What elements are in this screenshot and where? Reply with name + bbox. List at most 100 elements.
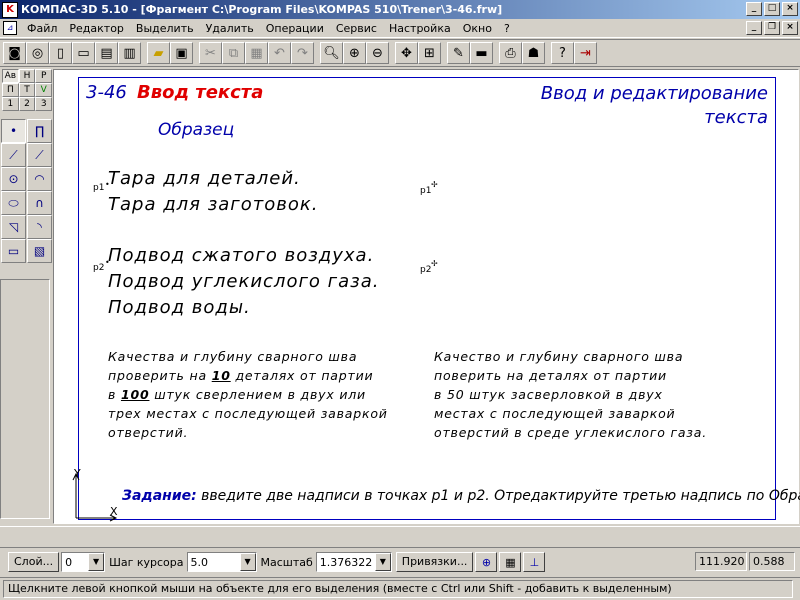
- tab-p[interactable]: Р: [35, 69, 53, 83]
- axis-x-label: X: [110, 505, 118, 518]
- sample-para-line: в 100 штук сверлением в двух или: [108, 385, 388, 404]
- display-icon[interactable]: ▬: [470, 42, 493, 64]
- polyline-icon[interactable]: ⟋: [27, 143, 52, 167]
- target-point-p1-marker[interactable]: ✢: [431, 180, 438, 189]
- tab-1[interactable]: 1: [2, 97, 19, 111]
- topic-line-2: текста: [704, 107, 768, 128]
- pan-icon[interactable]: ✥: [395, 42, 418, 64]
- edit-para-line: поверить на деталях от партии: [434, 368, 667, 383]
- cursor-step-select[interactable]: 5.0 ▼: [186, 552, 257, 572]
- tab-pi[interactable]: П: [2, 83, 19, 97]
- minimize-button[interactable]: _: [746, 2, 762, 16]
- edit-paragraph[interactable]: Качество и глубину сварного шва поверить…: [434, 347, 707, 442]
- menu-file[interactable]: Файл: [21, 22, 63, 35]
- current-state-panel: Слой... 0 ▼ Шаг курсора 5.0 ▼ Масштаб 1.…: [0, 549, 800, 575]
- maximize-button[interactable]: □: [764, 2, 780, 16]
- menu-window[interactable]: Окно: [457, 22, 498, 35]
- properties-icon[interactable]: ✎: [447, 42, 470, 64]
- auxiliary-line-icon[interactable]: ∏: [27, 119, 52, 143]
- new-text-doc-icon[interactable]: ▥: [118, 42, 141, 64]
- menu-select[interactable]: Выделить: [130, 22, 200, 35]
- sample-para-line: отверстий.: [108, 425, 189, 440]
- chamfer-icon[interactable]: ◹: [1, 215, 26, 239]
- menu-operations[interactable]: Операции: [260, 22, 330, 35]
- text-line[interactable]: Тара для деталей.: [108, 168, 301, 189]
- tab-v[interactable]: V: [35, 83, 53, 97]
- layer-button[interactable]: Слой...: [8, 552, 60, 572]
- save-icon[interactable]: ▣: [170, 42, 193, 64]
- rectangle-icon[interactable]: ▭: [1, 239, 26, 263]
- chevron-down-icon[interactable]: ▼: [88, 553, 105, 571]
- fillet-icon[interactable]: ◝: [27, 215, 52, 239]
- text-line[interactable]: Подвод воды.: [108, 297, 251, 318]
- target-point-p2-label: p2: [420, 265, 432, 275]
- target-point-p2-marker[interactable]: ✢: [431, 259, 438, 268]
- lesson-number: 3-46: [86, 82, 127, 103]
- snap-toggle-icon[interactable]: ⊕: [475, 552, 498, 572]
- window-title: КОМПАС-3D 5.10 - [Фрагмент C:\Program Fi…: [21, 3, 503, 16]
- doc-restore-button[interactable]: ❐: [764, 21, 780, 35]
- kompas-app-icon[interactable]: K: [2, 1, 18, 18]
- open-folder-icon[interactable]: ▰: [147, 42, 170, 64]
- chevron-down-icon[interactable]: ▼: [239, 553, 256, 571]
- text-fragment: проверить на: [108, 368, 212, 383]
- grid-icon[interactable]: ▦: [499, 552, 522, 572]
- text-line[interactable]: Тара для заготовок.: [108, 194, 319, 215]
- new-model-icon[interactable]: ◙: [3, 42, 26, 64]
- library-icon[interactable]: ☗: [522, 42, 545, 64]
- layer-select[interactable]: 0 ▼: [61, 552, 106, 572]
- tab-dimensions[interactable]: Н: [18, 69, 36, 83]
- text-number: 10: [211, 368, 231, 383]
- text-line[interactable]: Подвод углекислого газа.: [108, 271, 379, 292]
- new-sheet-icon[interactable]: ▯: [49, 42, 72, 64]
- sample-label: Образец: [158, 120, 235, 140]
- snaps-button[interactable]: Привязки...: [395, 552, 474, 572]
- tab-aa[interactable]: Ав: [2, 69, 19, 83]
- arc-icon[interactable]: ◠: [27, 167, 52, 191]
- lesson-title: Ввод текста: [137, 82, 264, 103]
- point-icon[interactable]: •: [1, 119, 26, 143]
- ellipse-icon[interactable]: ⬭: [1, 191, 26, 215]
- text-line[interactable]: Подвод сжатого воздуха.: [108, 245, 374, 266]
- undo-icon[interactable]: ↶: [268, 42, 291, 64]
- new-assembly-icon[interactable]: ◎: [26, 42, 49, 64]
- chevron-down-icon[interactable]: ▼: [374, 553, 391, 571]
- tab-2[interactable]: 2: [18, 97, 36, 111]
- task-instruction: Задание: введите две надписи в точках p1…: [122, 488, 800, 504]
- close-button[interactable]: ×: [782, 2, 798, 16]
- menu-service[interactable]: Сервис: [330, 22, 383, 35]
- preview-icon[interactable]: ⎙: [499, 42, 522, 64]
- zoom-in-icon[interactable]: ⊕: [343, 42, 366, 64]
- task-text: введите две надписи в точках p1 и p2. От…: [196, 488, 800, 504]
- new-spec-icon[interactable]: ▤: [95, 42, 118, 64]
- new-fragment-icon[interactable]: ▭: [72, 42, 95, 64]
- tab-t[interactable]: Т: [18, 83, 36, 97]
- cut-icon[interactable]: ✂: [199, 42, 222, 64]
- paste-icon[interactable]: ▦: [245, 42, 268, 64]
- scale-select[interactable]: 1.376322 ▼: [315, 552, 392, 572]
- menu-help[interactable]: ?: [498, 22, 516, 35]
- document-icon[interactable]: ⊿: [3, 21, 17, 35]
- menu-editor[interactable]: Редактор: [63, 22, 130, 35]
- copy-icon[interactable]: ⧉: [222, 42, 245, 64]
- circle-icon[interactable]: ⊙: [1, 167, 26, 191]
- sample-para-line: трех местах с последующей заваркой: [108, 406, 388, 421]
- context-help-icon[interactable]: ?: [551, 42, 574, 64]
- segment-icon[interactable]: ⟋: [1, 143, 26, 167]
- cursor-step-label: Шаг курсора: [109, 555, 184, 569]
- hatch-icon[interactable]: ▧: [27, 239, 52, 263]
- doc-minimize-button[interactable]: _: [746, 21, 762, 35]
- menu-delete[interactable]: Удалить: [200, 22, 260, 35]
- redo-icon[interactable]: ↷: [291, 42, 314, 64]
- empty-panel-bar: [0, 526, 800, 548]
- tab-3[interactable]: 3: [35, 97, 53, 111]
- zoom-out-icon[interactable]: ⊖: [366, 42, 389, 64]
- show-all-icon[interactable]: ⊞: [418, 42, 441, 64]
- bezier-icon[interactable]: ∩: [27, 191, 52, 215]
- menu-settings[interactable]: Настройка: [383, 22, 457, 35]
- zoom-window-icon[interactable]: 🔍︎: [320, 42, 343, 64]
- doc-close-button[interactable]: ×: [782, 21, 798, 35]
- menu-bar: ⊿ Файл Редактор Выделить Удалить Операци…: [0, 19, 800, 38]
- local-cs-icon[interactable]: ⊥: [523, 552, 546, 572]
- exit-icon[interactable]: ⇥: [574, 42, 597, 64]
